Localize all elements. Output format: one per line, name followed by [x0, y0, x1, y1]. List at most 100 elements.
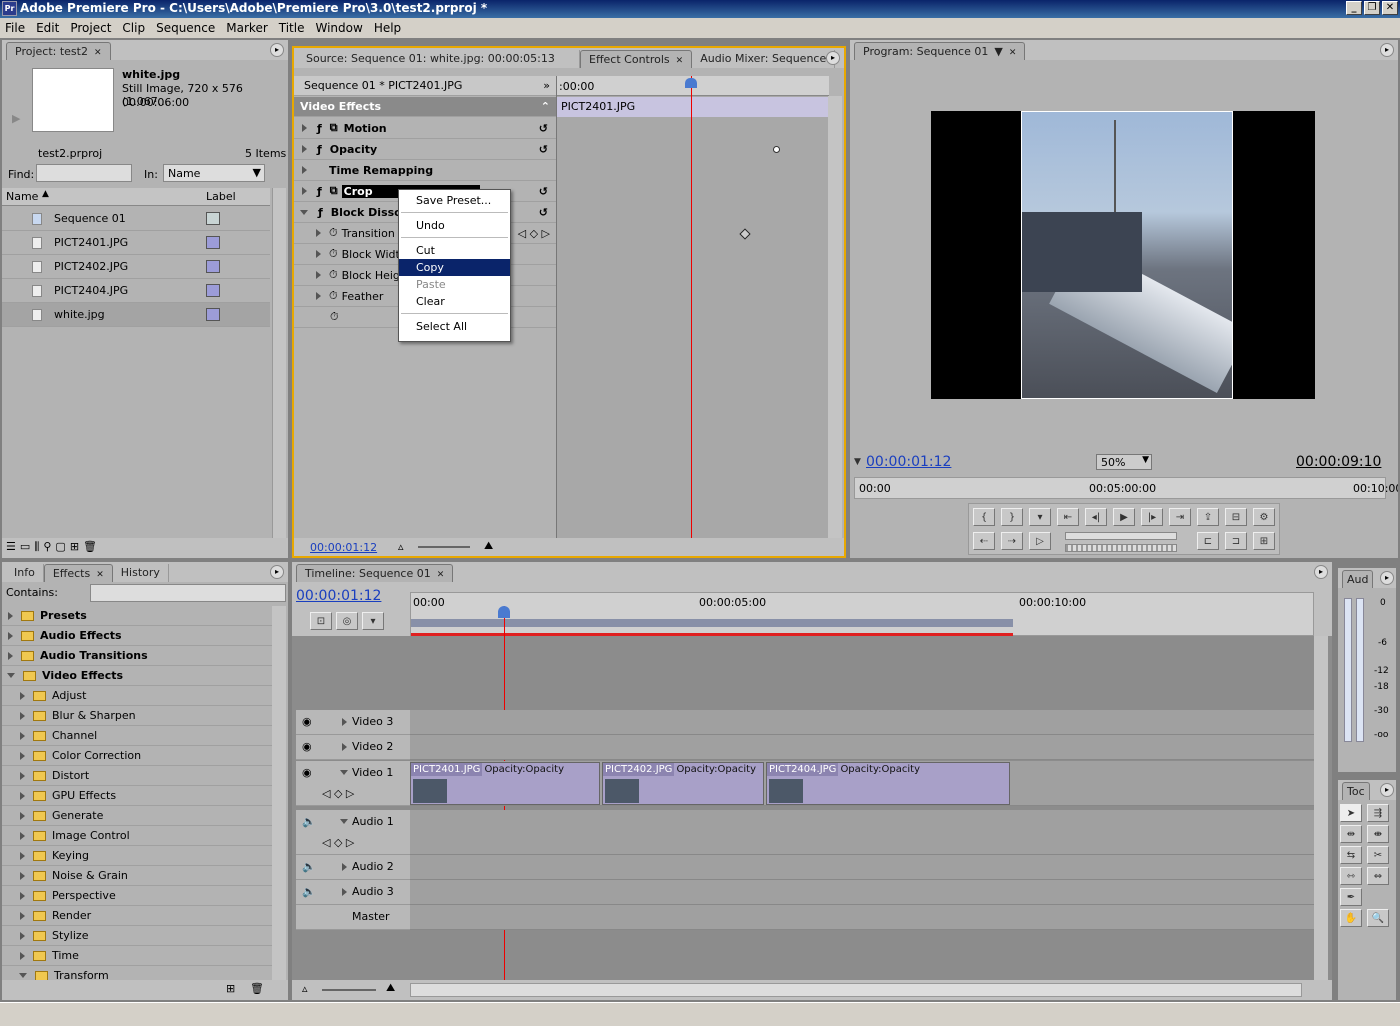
twirl-icon[interactable]	[342, 863, 347, 871]
program-timecode[interactable]: 00:00:01:12	[866, 454, 951, 470]
menu-select-all[interactable]: Select All	[399, 318, 510, 335]
tab-info[interactable]: Info	[6, 564, 44, 582]
track-video-3[interactable]: ◉ Video 3	[296, 710, 410, 735]
slip-tool-icon[interactable]: ⇿	[1340, 867, 1362, 885]
go-to-next-edit-icon[interactable]: ⇢	[1001, 532, 1023, 550]
fx-toggle-icon[interactable]: ƒ	[318, 206, 323, 219]
folder-generate[interactable]: Generate	[2, 806, 272, 826]
ripple-edit-tool-icon[interactable]: ⇹	[1340, 825, 1362, 843]
twirl-open-icon[interactable]	[19, 973, 27, 978]
folder-adjust[interactable]: Adjust	[2, 686, 272, 706]
show-hide-icon[interactable]: »	[543, 79, 550, 92]
fx-toggle-icon[interactable]: ƒ	[317, 122, 322, 135]
twirl-icon[interactable]	[8, 631, 13, 640]
mark-out-icon[interactable]: }	[1001, 508, 1023, 526]
timeline-clip-pict2404[interactable]: PICT2404.JPG Opacity:Opacity	[766, 762, 1010, 805]
panel-menu-icon[interactable]: ▸	[1314, 565, 1328, 579]
ec-timecode[interactable]: 00:00:01:12	[310, 541, 377, 554]
export-frame-icon[interactable]: ⚙	[1253, 508, 1275, 526]
panel-menu-icon[interactable]: ▸	[1380, 43, 1394, 57]
menu-window[interactable]: Window	[315, 21, 362, 38]
set-marker-icon[interactable]: ▾	[362, 612, 384, 630]
automate-icon[interactable]: ⫼	[34, 540, 39, 556]
ec-playhead[interactable]	[691, 76, 692, 538]
set-encore-marker-icon[interactable]: ◎	[336, 612, 358, 630]
razor-tool-icon[interactable]: ✂	[1367, 846, 1389, 864]
folder-audio-transitions[interactable]: Audio Transitions	[2, 646, 272, 666]
tab-audio-mixer[interactable]: Audio Mixer: Sequence	[692, 50, 836, 68]
project-scrollbar[interactable]	[272, 188, 286, 538]
twirl-icon[interactable]	[316, 292, 321, 300]
label-swatch[interactable]	[206, 260, 220, 273]
twirl-icon[interactable]	[302, 124, 307, 132]
timeline-h-scrollbar[interactable]	[410, 983, 1302, 997]
find-input[interactable]	[36, 164, 132, 182]
twirl-icon[interactable]	[316, 250, 321, 258]
reset-icon[interactable]: ↺	[539, 185, 548, 198]
tab-project[interactable]: Project: test2 ✕	[6, 42, 111, 60]
project-item-pict2402[interactable]: PICT2402.JPG	[2, 255, 270, 279]
effect-motion[interactable]: ƒ ⧉ Motion ↺	[294, 118, 556, 139]
effect-opacity[interactable]: ƒ Opacity ↺	[294, 139, 556, 160]
new-item-icon[interactable]: ⊞	[70, 540, 79, 556]
extract-icon[interactable]: ⊟	[1225, 508, 1247, 526]
label-swatch[interactable]	[206, 212, 220, 225]
selection-tool-icon[interactable]: ➤	[1340, 804, 1362, 822]
folder-noise-grain[interactable]: Noise & Grain	[2, 866, 272, 886]
close-button[interactable]: ✕	[1382, 1, 1398, 15]
jog-wheel[interactable]	[1065, 544, 1177, 552]
twirl-icon[interactable]	[302, 166, 307, 174]
twirl-icon[interactable]	[20, 831, 25, 840]
minimize-button[interactable]: _	[1346, 1, 1362, 15]
new-bin-icon[interactable]: ⊞	[226, 982, 235, 995]
panel-menu-icon[interactable]: ▸	[1380, 783, 1394, 797]
menu-help[interactable]: Help	[374, 21, 401, 38]
timeline-timecode[interactable]: 00:00:01:12	[296, 588, 381, 604]
panel-menu-icon[interactable]: ▸	[1380, 571, 1394, 585]
hand-tool-icon[interactable]: ✋	[1340, 909, 1362, 927]
tab-effects[interactable]: Effects ✕	[43, 564, 113, 582]
eye-icon[interactable]: ◉	[302, 766, 312, 779]
twirl-icon[interactable]	[302, 145, 307, 153]
reset-icon[interactable]: ↺	[539, 206, 548, 219]
menu-undo[interactable]: Undo	[399, 217, 510, 234]
twirl-icon[interactable]	[20, 751, 25, 760]
tab-program[interactable]: Program: Sequence 01 ▼ ✕	[854, 42, 1026, 60]
new-bin-icon[interactable]: ▢	[55, 540, 65, 556]
trim-icon[interactable]: ⊐	[1225, 532, 1247, 550]
folder-time[interactable]: Time	[2, 946, 272, 966]
track-video-2[interactable]: ◉ Video 2	[296, 735, 410, 760]
timeline-clip-pict2402[interactable]: PICT2402.JPG Opacity:Opacity	[602, 762, 764, 805]
twirl-icon[interactable]	[20, 731, 25, 740]
folder-image-control[interactable]: Image Control	[2, 826, 272, 846]
eye-icon[interactable]: ◉	[302, 715, 312, 728]
effect-time-remapping[interactable]: Time Remapping	[294, 160, 556, 181]
keyframe-nav-icon[interactable]: ◁ ◇ ▷	[322, 836, 354, 849]
safe-margins-icon[interactable]: ⊞	[1253, 532, 1275, 550]
tab-audio-meters[interactable]: Aud	[1342, 570, 1374, 588]
trash-icon[interactable]: 🗑	[250, 982, 264, 995]
twirl-icon[interactable]	[20, 911, 25, 920]
stopwatch-icon[interactable]: ⏱	[329, 226, 338, 240]
twirl-icon[interactable]	[20, 851, 25, 860]
trash-icon[interactable]: 🗑	[83, 540, 97, 556]
slide-tool-icon[interactable]: ⇔	[1367, 867, 1389, 885]
close-icon[interactable]: ✕	[96, 570, 104, 580]
twirl-icon[interactable]	[20, 811, 25, 820]
column-name[interactable]: Name	[6, 190, 38, 203]
menu-clip[interactable]: Clip	[122, 21, 145, 38]
program-ruler[interactable]: 00:00 00:05:00:00 00:10:00	[854, 477, 1398, 499]
fx-toggle-icon[interactable]: ƒ	[317, 185, 322, 198]
project-item-pict2404[interactable]: PICT2404.JPG	[2, 279, 270, 303]
label-swatch[interactable]	[206, 308, 220, 321]
twirl-icon[interactable]	[20, 951, 25, 960]
keyframe-nav-icon[interactable]: ◁ ◇ ▷	[518, 227, 550, 240]
zoom-out-icon[interactable]: ▵	[398, 540, 404, 553]
column-label[interactable]: Label	[206, 190, 236, 203]
reset-icon[interactable]: ↺	[539, 122, 548, 135]
timeline-clip-pict2401[interactable]: PICT2401.JPG Opacity:Opacity	[410, 762, 600, 805]
folder-blur-sharpen[interactable]: Blur & Sharpen	[2, 706, 272, 726]
track-audio-2[interactable]: 🔈 Audio 2	[296, 855, 410, 880]
tab-timeline[interactable]: Timeline: Sequence 01 ✕	[296, 564, 454, 582]
go-to-in-icon[interactable]: ⇤	[1057, 508, 1079, 526]
